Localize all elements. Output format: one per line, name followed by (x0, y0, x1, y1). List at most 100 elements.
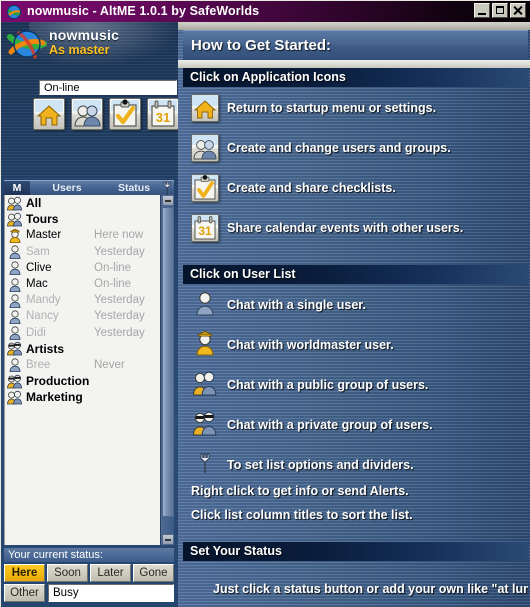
calendar-button[interactable]: 31 (147, 98, 178, 130)
account-role: As master (49, 43, 110, 57)
help-item-icon: 31 (183, 214, 227, 242)
list-item[interactable]: Master Here now (5, 227, 160, 243)
app-toolbar: 31 (33, 98, 178, 130)
group-icon (6, 212, 26, 227)
home-icon (191, 94, 219, 122)
single-user-icon (192, 290, 218, 321)
list-item-status: On-line (94, 278, 132, 291)
close-button[interactable] (510, 3, 526, 18)
list-item[interactable]: Didi Yesterday (5, 325, 160, 341)
list-item[interactable]: Mandy Yesterday (5, 292, 160, 308)
help-item[interactable]: 31 Share calendar events with other users… (183, 214, 528, 242)
user-icon (9, 245, 21, 260)
scroll-down-button[interactable] (162, 534, 174, 545)
list-item-name: Mandy (26, 294, 61, 307)
list-item[interactable]: Mac On-line (5, 276, 160, 292)
users-icon (73, 100, 101, 127)
list-item[interactable]: Bree Never (5, 357, 160, 373)
help-content: Click on Application Icons Return to star… (183, 68, 528, 607)
section-header: Click on User List (183, 265, 528, 284)
list-item-name: Clive (26, 261, 52, 274)
status-other-row: Other Busy (4, 584, 174, 602)
calendar-icon: 31 (149, 100, 177, 127)
right-panel: How to Get Started: Click on Application… (178, 22, 530, 607)
help-item-label: Share calendar events with other users. (227, 221, 464, 235)
private-group-icon (7, 342, 23, 356)
help-item[interactable]: Chat with a single user. (183, 290, 528, 321)
list-item-name: All (26, 196, 42, 211)
list-item[interactable]: Sam Yesterday (5, 244, 160, 260)
help-item-label: Chat with worldmaster user. (227, 338, 394, 352)
user-list[interactable]: All Tours Master Here now Sam Yesterday Clive O… (4, 195, 160, 545)
master-icon (9, 228, 21, 243)
help-note: Click list column titles to sort the lis… (191, 508, 413, 522)
user-icon (9, 294, 21, 308)
list-item[interactable]: All (5, 195, 160, 211)
checklist-button[interactable] (109, 98, 141, 130)
help-item[interactable]: Create and share checklists. (183, 174, 528, 202)
private-group-icon (6, 341, 26, 356)
user-icon (6, 293, 26, 308)
list-item[interactable]: Artists (5, 341, 160, 357)
help-item-label: Create and share checklists. (227, 181, 396, 195)
calendar-icon: 31 (191, 214, 219, 242)
help-item[interactable]: Chat with worldmaster user. (183, 330, 528, 358)
column-header-status[interactable]: Status (104, 181, 164, 196)
scroll-thumb[interactable] (162, 207, 174, 517)
private-group-icon (7, 374, 23, 389)
window-title: nowmusic - AltME 1.0.1 by SafeWorlds (27, 4, 260, 18)
right-panel-separator (178, 60, 530, 68)
group-icon (7, 212, 23, 227)
help-item[interactable]: Chat with a public group of users. (183, 370, 528, 401)
home-icon (35, 100, 63, 126)
list-item-status: Never (94, 358, 125, 371)
minimize-button[interactable] (474, 3, 490, 18)
home-button[interactable] (33, 98, 65, 130)
user-icon (6, 260, 26, 276)
title-bar[interactable]: nowmusic - AltME 1.0.1 by SafeWorlds (0, 0, 530, 22)
user-icon (6, 309, 26, 324)
list-item[interactable]: Production (5, 373, 160, 389)
help-item[interactable]: Chat with a private group of users. (183, 411, 528, 438)
list-item-name: Artists (26, 341, 65, 356)
wrench-icon[interactable] (161, 181, 173, 196)
column-header-users[interactable]: Users (30, 181, 104, 196)
status-other-input[interactable]: Busy (48, 584, 174, 602)
user-list-scrollbar[interactable] (160, 195, 174, 545)
help-item-label: Return to startup menu or settings. (227, 101, 437, 115)
help-item[interactable]: Create and change users and groups. (183, 134, 528, 162)
list-item-name: Nancy (26, 310, 59, 323)
status-button-later[interactable]: Later (90, 564, 131, 582)
status-button-here[interactable]: Here (4, 564, 45, 582)
column-header-m[interactable]: M (4, 181, 30, 196)
maximize-button[interactable] (492, 3, 508, 18)
list-item-status: Here now (94, 229, 144, 242)
altme-window: nowmusic - AltME 1.0.1 by SafeWorlds now… (0, 0, 530, 607)
master-icon (6, 228, 26, 243)
scroll-up-button[interactable] (162, 195, 174, 206)
group-icon (6, 196, 26, 211)
list-item[interactable]: Tours (5, 211, 160, 227)
user-icon (9, 358, 21, 373)
help-item-icon (183, 370, 227, 401)
help-item[interactable]: Return to startup menu or settings. (183, 94, 528, 122)
help-item-label: Chat with a single user. (227, 298, 366, 312)
user-icon (9, 261, 21, 276)
presence-value: On-line (44, 82, 80, 94)
list-item-name: Master (26, 229, 62, 242)
list-item[interactable]: Clive On-line (5, 260, 160, 276)
status-button-other[interactable]: Other (4, 584, 45, 602)
account-name: nowmusic (49, 27, 120, 43)
list-item-name: Production (26, 374, 90, 389)
list-item[interactable]: Marketing (5, 389, 160, 405)
presence-field[interactable]: On-line (39, 80, 177, 95)
user-icon (6, 325, 26, 341)
svg-text:31: 31 (198, 224, 212, 238)
status-button-soon[interactable]: Soon (47, 564, 88, 582)
section-header: Set Your Status (183, 542, 528, 561)
status-button-gone[interactable]: Gone (133, 564, 174, 582)
users-icon (191, 134, 219, 162)
help-item[interactable]: To set list options and dividers. (183, 452, 528, 478)
users-button[interactable] (71, 98, 103, 130)
list-item[interactable]: Nancy Yesterday (5, 308, 160, 324)
